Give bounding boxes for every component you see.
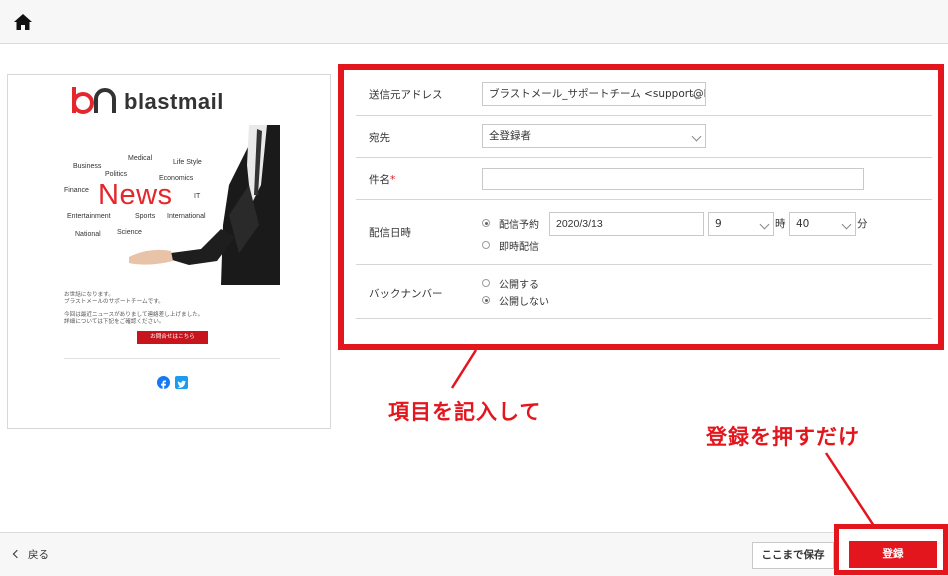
annotation-press-register: 登録を押すだけ [706,425,860,449]
sender-select[interactable]: ブラストメール_サポートチーム <support@b [482,82,706,106]
chevron-left-icon [12,549,22,559]
subject-input[interactable] [482,168,864,190]
recipient-select[interactable]: 全登録者 [482,124,706,148]
form-row-subject: 件名* [356,158,932,200]
hour-select[interactable]: 9 [708,212,774,236]
top-bar [0,0,948,44]
annotation-pointer-line [450,349,478,389]
form-row-schedule: 配信日時 配信予約 即時配信 9 時 40 分 [356,200,932,265]
blastmail-logo-icon [72,87,116,114]
radio-public[interactable] [482,279,490,287]
hero-word: National [75,231,101,238]
preview-cta-button: お問合せはこちら [137,331,208,344]
hero-word: Business [73,163,102,170]
radio-immediate-label: 即時配信 [499,242,539,253]
minute-select[interactable]: 40 [789,212,856,236]
recipient-label: 宛先 [369,132,390,144]
radio-private-label: 公開しない [499,297,549,308]
annotation-pointer-line [824,452,876,527]
bottom-bar: 戻る ここまで保存 [0,532,948,576]
twitter-icon [175,376,188,389]
hero-image: Medical Business Life Style Politics Eco… [64,125,280,285]
radio-private[interactable] [482,296,490,304]
radio-scheduled[interactable] [482,219,490,227]
email-preview: blastmail Medical Business Life Style Po… [7,74,331,429]
preview-body-line: ブラストメールのサポートチームです。 [64,299,164,305]
form-row-backnumber: バックナンバー 公開する 公開しない [356,265,932,319]
chevron-down-icon [691,131,702,142]
radio-scheduled-label: 配信予約 [499,220,539,231]
hour-unit: 時 [775,218,786,230]
brand-name: blastmail [124,89,224,114]
save-draft-button[interactable]: ここまで保存 [752,542,834,569]
subject-label: 件名* [369,174,396,186]
hero-word: Entertainment [67,213,111,220]
chevron-down-icon [759,219,770,230]
annotation-fill-items: 項目を記入して [388,400,542,424]
preview-divider [64,358,280,359]
radio-immediate[interactable] [482,241,490,249]
preview-body-line: 詳細については下記をご確認ください。 [64,319,165,325]
form-row-recipient: 宛先 全登録者 [356,116,932,158]
date-input[interactable] [549,212,704,236]
back-button[interactable]: 戻る [12,547,49,562]
required-mark: * [390,174,396,186]
radio-public-label: 公開する [499,280,539,291]
hero-word: Finance [64,187,89,194]
register-button[interactable]: 登録 [849,541,937,568]
schedule-label: 配信日時 [369,227,411,239]
sender-label: 送信元アドレス [369,89,443,101]
home-icon[interactable] [13,13,33,31]
chevron-down-icon [841,219,852,230]
facebook-icon [157,376,170,391]
backnumber-label: バックナンバー [369,288,443,300]
form-row-sender: 送信元アドレス ブラストメール_サポートチーム <support@b [356,74,932,116]
minute-unit: 分 [857,218,868,230]
businessman-illustration [129,125,280,285]
